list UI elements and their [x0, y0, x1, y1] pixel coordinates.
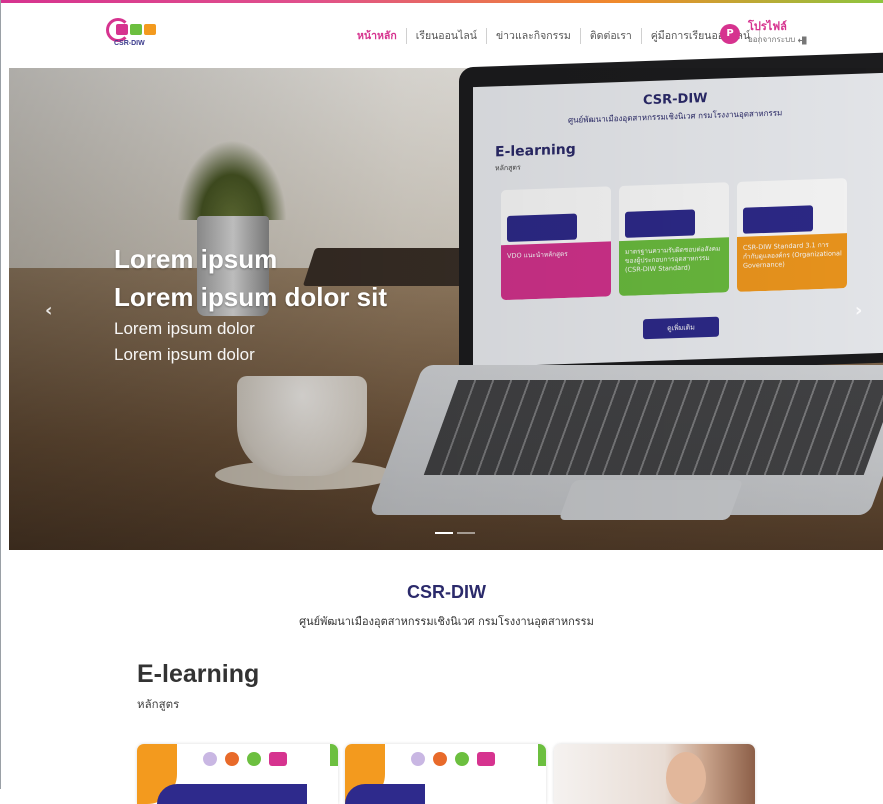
course-card-3[interactable]	[554, 744, 755, 804]
logout-label: ออกจากระบบ	[748, 35, 796, 44]
leaf-logo-icon	[247, 752, 261, 766]
carousel-indicators	[435, 532, 475, 534]
card-photo-person	[666, 752, 706, 804]
screen-card-2: มาตรฐานความรับผิดชอบต่อสังคมของผู้ประกอบ…	[619, 182, 729, 297]
nav-item-online-learning[interactable]: เรียนออนไลน์	[407, 28, 487, 44]
screen-card-1: VDO แนะนำหลักสูตร	[501, 186, 611, 301]
card-photo	[554, 744, 755, 804]
laptop-screen: CSR-DIW ศูนย์พัฒนาเมืองอุตสาหกรรมเชิงนิเ…	[473, 72, 883, 368]
card-green-shape	[330, 744, 338, 766]
nav-item-home[interactable]: หน้าหลัก	[348, 28, 407, 44]
hero-line-2: Lorem ipsum dolor sit	[114, 282, 388, 312]
intro-section: CSR-DIW ศูนย์พัฒนาเมืองอุตสาหกรรมเชิงนิเ…	[9, 550, 883, 804]
course-card-1[interactable]	[137, 744, 338, 804]
hero-line-4: Lorem ipsum dolor	[114, 345, 255, 364]
screen-card-band	[625, 209, 695, 238]
hero-caption: Lorem ipsum Lorem ipsum dolor sit Lorem …	[114, 240, 387, 368]
logo-text: CSR-DIW	[114, 40, 145, 47]
screen-more-button: ดูเพิ่มเติม	[643, 316, 719, 340]
carousel-dot-1[interactable]	[435, 532, 453, 534]
elearning-subtitle: หลักสูตร	[137, 697, 180, 711]
card-green-shape	[538, 744, 546, 766]
logo-block-orange	[144, 24, 156, 35]
screen-title: CSR-DIW	[643, 90, 708, 109]
nav-item-contact[interactable]: ติดต่อเรา	[581, 28, 642, 44]
screen-card-label: มาตรฐานความรับผิดชอบต่อสังคมของผู้ประกอบ…	[625, 244, 721, 274]
partner-logo-icon	[203, 752, 217, 766]
screen-heading: E-learning	[495, 141, 576, 161]
section-title: CSR-DIW	[407, 582, 486, 602]
card-logos	[411, 752, 495, 766]
flame-logo-icon	[225, 752, 239, 766]
screen-card-band	[507, 213, 577, 242]
page-frame: CSR-DIW หน้าหลัก เรียนออนไลน์ ข่าวและกิจ…	[0, 0, 883, 804]
carousel-dot-2[interactable]	[457, 532, 475, 534]
laptop-keys	[423, 380, 883, 475]
flame-logo-icon	[433, 752, 447, 766]
card-navy-shape	[157, 784, 307, 804]
logout-icon	[798, 36, 807, 44]
card-logos	[203, 752, 287, 766]
profile-menu[interactable]: P โปรไฟล์ ออกจากระบบ	[720, 20, 807, 46]
logout-link[interactable]: ออกจากระบบ	[748, 34, 807, 46]
logo-block-green	[130, 24, 142, 35]
elearning-title: E-learning	[137, 660, 260, 688]
main-nav: หน้าหลัก เรียนออนไลน์ ข่าวและกิจกรรม ติด…	[348, 27, 761, 45]
hero-plant-leaves	[177, 140, 287, 220]
section-subtitle: ศูนย์พัฒนาเมืองอุตสาหกรรมเชิงนิเวศ กรมโร…	[299, 615, 594, 628]
hero-line-3: Lorem ipsum dolor	[114, 319, 255, 338]
csr-logo-icon	[477, 752, 495, 766]
profile-link[interactable]: โปรไฟล์	[748, 20, 807, 34]
screen-subtitle: ศูนย์พัฒนาเมืองอุตสาหกรรมเชิงนิเวศ กรมโร…	[568, 108, 783, 125]
screen-course-label: หลักสูตร	[495, 163, 521, 173]
csr-logo-icon	[269, 752, 287, 766]
partner-logo-icon	[411, 752, 425, 766]
laptop-trackpad	[558, 480, 744, 520]
chevron-left-icon[interactable]: ‹	[45, 300, 52, 321]
logo-block-pink	[116, 24, 128, 35]
card-navy-shape	[345, 784, 425, 804]
site-logo[interactable]: CSR-DIW	[106, 18, 162, 54]
screen-card-label: CSR-DIW Standard 3.1 การกำกับดูแลองค์กร …	[743, 240, 842, 270]
hero-line-1: Lorem ipsum	[114, 244, 278, 274]
hero-cup	[237, 376, 367, 476]
avatar[interactable]: P	[720, 24, 740, 44]
profile-info: โปรไฟล์ ออกจากระบบ	[748, 20, 807, 46]
screen-card-band	[743, 205, 813, 234]
course-card-2[interactable]	[345, 744, 546, 804]
nav-item-news[interactable]: ข่าวและกิจกรรม	[487, 28, 581, 44]
leaf-logo-icon	[455, 752, 469, 766]
chevron-right-icon[interactable]: ›	[855, 300, 862, 321]
screen-card-3: CSR-DIW Standard 3.1 การกำกับดูแลองค์กร …	[737, 178, 847, 292]
